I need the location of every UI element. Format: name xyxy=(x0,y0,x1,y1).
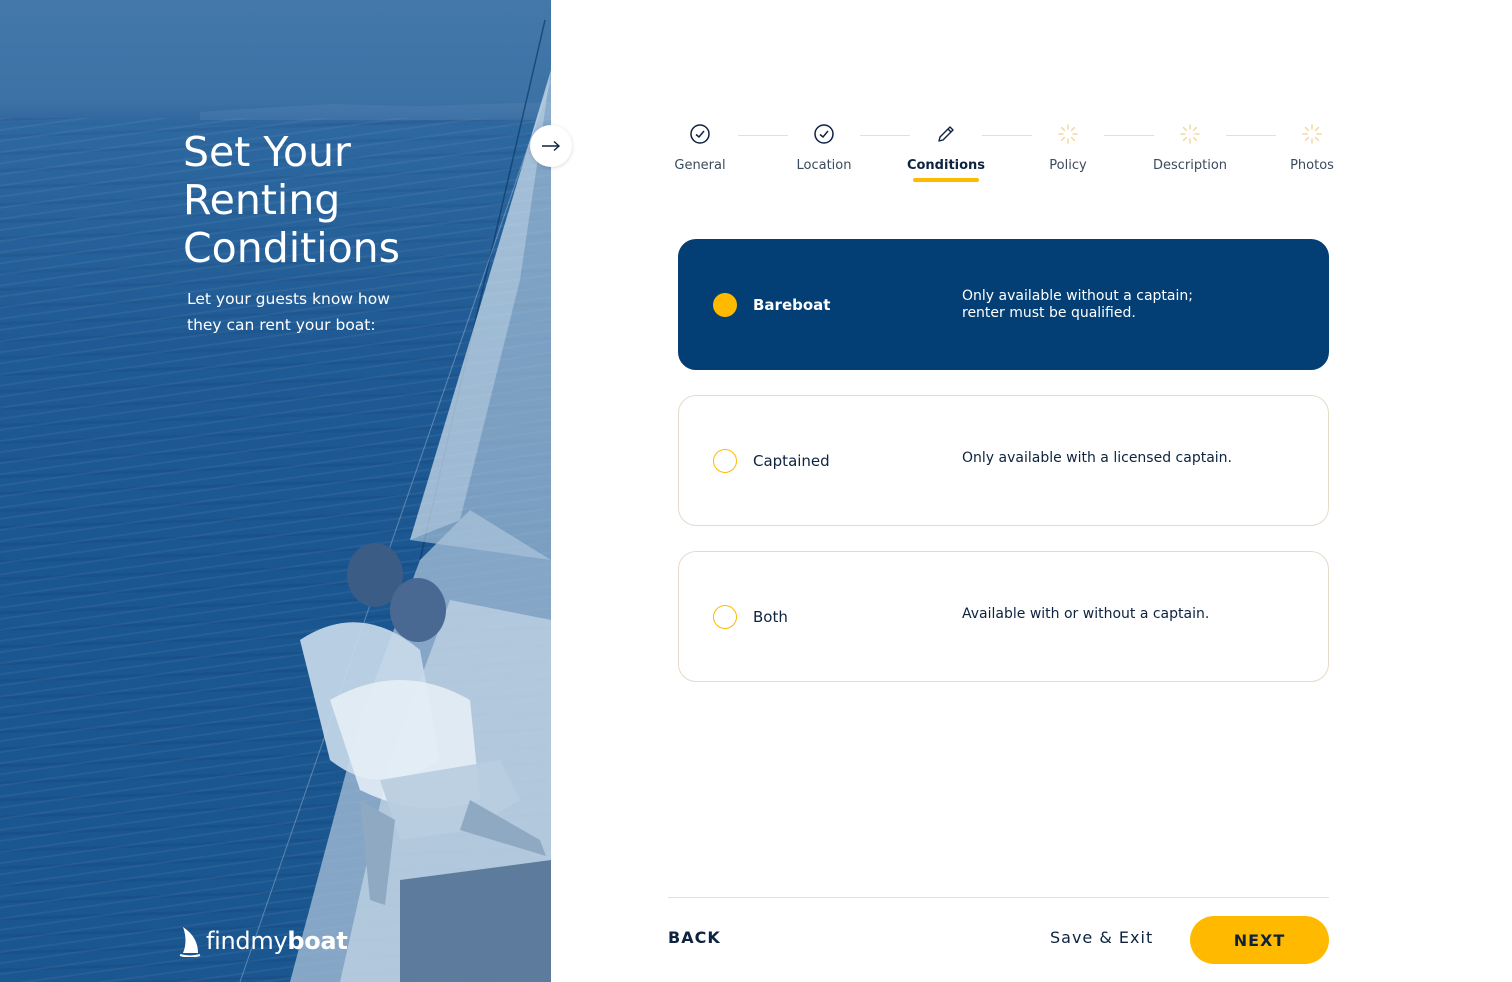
loader-icon xyxy=(1180,124,1200,144)
sail-logo-icon xyxy=(179,927,201,957)
step-description[interactable]: Description xyxy=(1140,120,1240,173)
option-description-line: renter must be qualified. xyxy=(962,305,1136,321)
step-general[interactable]: General xyxy=(650,120,750,173)
step-label: Description xyxy=(1152,158,1228,173)
step-label: Policy xyxy=(1049,158,1087,173)
progress-stepper: General Location Conditions Policy Descr… xyxy=(650,120,1350,190)
option-card-both[interactable]: Both Available with or without a captain… xyxy=(678,551,1329,682)
option-description-line: Only available with a licensed captain. xyxy=(962,450,1232,466)
step-location[interactable]: Location xyxy=(774,120,874,173)
hero-panel: Set Your Renting Conditions Let your gue… xyxy=(0,0,551,982)
check-circle-icon xyxy=(814,124,834,144)
option-name: Bareboat xyxy=(753,296,831,314)
loader-icon xyxy=(1058,124,1078,144)
step-policy[interactable]: Policy xyxy=(1018,120,1118,173)
step-label: Photos xyxy=(1290,158,1334,173)
radio-unselected[interactable] xyxy=(713,449,737,473)
hero-title-line-2: Renting xyxy=(183,176,341,224)
logo-part-find: find xyxy=(206,927,251,955)
footer-divider xyxy=(668,897,1329,898)
option-description: Only available with a licensed captain. xyxy=(962,450,1242,467)
toggle-panel-button[interactable] xyxy=(530,125,572,167)
arrow-right-icon xyxy=(542,140,561,152)
step-photos[interactable]: Photos xyxy=(1262,120,1362,173)
radio-selected[interactable] xyxy=(713,293,737,317)
save-exit-button[interactable]: Save & Exit xyxy=(1050,928,1153,947)
option-description: Available with or without a captain. xyxy=(962,606,1242,623)
option-description: Only available without a captain; renter… xyxy=(962,288,1242,322)
pencil-icon xyxy=(938,126,954,142)
step-label: General xyxy=(674,158,726,173)
step-conditions[interactable]: Conditions xyxy=(896,120,996,173)
logo-part-my: my xyxy=(250,927,288,955)
check-circle-icon xyxy=(690,124,710,144)
option-name: Both xyxy=(753,608,788,626)
loader-icon xyxy=(1302,124,1322,144)
option-card-bareboat[interactable]: Bareboat Only available without a captai… xyxy=(678,239,1329,370)
brand-logo: findmyboat xyxy=(178,924,348,958)
option-description-line: Only available without a captain; xyxy=(962,288,1193,304)
option-card-captained[interactable]: Captained Only available with a licensed… xyxy=(678,395,1329,526)
active-step-indicator xyxy=(913,178,979,182)
hero-title-line-1: Set Your xyxy=(183,128,351,176)
radio-unselected[interactable] xyxy=(713,605,737,629)
step-label: Location xyxy=(796,158,852,173)
brand-wordmark: findmyboat xyxy=(206,927,348,955)
logo-part-boat: boat xyxy=(287,927,348,955)
option-name: Captained xyxy=(753,452,830,470)
hero-title-line-3: Conditions xyxy=(183,224,401,272)
step-label: Conditions xyxy=(906,158,986,173)
hero-subtitle: Let your guests know how they can rent y… xyxy=(187,290,390,334)
back-button[interactable]: BACK xyxy=(668,928,721,947)
next-button[interactable]: NEXT xyxy=(1190,916,1329,964)
hero-title: Set Your Renting Conditions xyxy=(183,128,483,272)
option-description-line: Available with or without a captain. xyxy=(962,606,1210,622)
